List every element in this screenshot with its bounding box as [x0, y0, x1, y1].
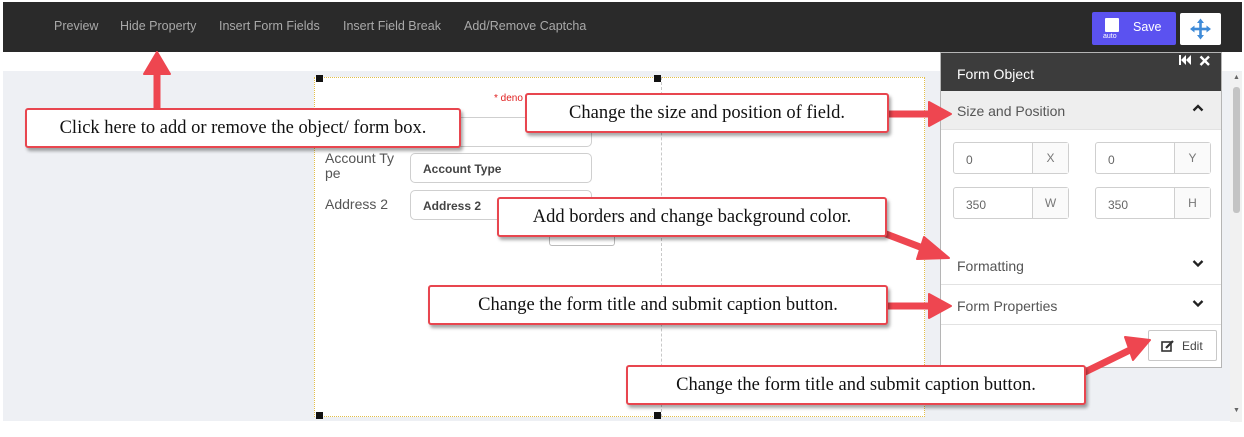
- form-properties-label: Form Properties: [957, 298, 1058, 314]
- save-button[interactable]: auto Save: [1092, 12, 1176, 45]
- panel-title: Form Object: [957, 66, 1035, 82]
- y-position-value: 0: [1108, 153, 1115, 167]
- add-remove-captcha-link[interactable]: Add/Remove Captcha: [464, 19, 586, 33]
- height-value: 350: [1108, 198, 1129, 212]
- section-size-position[interactable]: Size and Position: [941, 91, 1221, 130]
- x-unit-label: X: [1032, 143, 1068, 173]
- x-position-value: 0: [966, 153, 973, 167]
- close-panel-icon[interactable]: [1199, 55, 1211, 67]
- account-type-input[interactable]: Account Type: [410, 153, 592, 183]
- preview-link[interactable]: Preview: [54, 19, 98, 33]
- y-position-field[interactable]: 0 Y: [1095, 142, 1211, 174]
- edit-icon: [1161, 340, 1174, 352]
- address-2-placeholder: Address 2: [423, 199, 482, 213]
- edit-button-label: Edit: [1182, 339, 1203, 353]
- account-type-label-line1: Account Ty: [325, 150, 395, 166]
- formatting-label: Formatting: [957, 258, 1024, 274]
- top-toolbar: Preview Hide Property Insert Form Fields…: [3, 2, 1242, 52]
- callout-form-properties: Change the form title and submit caption…: [428, 285, 888, 325]
- panel-header: Form Object: [941, 53, 1221, 91]
- section-form-properties[interactable]: Form Properties: [941, 286, 1221, 325]
- move-arrows-icon: [1190, 18, 1211, 40]
- chevron-down-icon: [1192, 300, 1204, 308]
- width-unit-label: W: [1032, 188, 1068, 218]
- move-button[interactable]: [1180, 13, 1221, 45]
- resize-handle-bottom-right[interactable]: [654, 412, 661, 419]
- scrollbar-thumb[interactable]: [1233, 87, 1240, 213]
- required-fields-note: * deno: [494, 93, 523, 104]
- callout-edit-button: Change the form title and submit caption…: [626, 365, 1086, 405]
- height-field[interactable]: 350 H: [1095, 187, 1211, 219]
- size-position-label: Size and Position: [957, 103, 1066, 119]
- width-value: 350: [966, 198, 987, 212]
- chevron-up-icon: [1192, 104, 1204, 112]
- account-type-placeholder: Account Type: [423, 162, 502, 176]
- y-unit-label: Y: [1174, 143, 1210, 173]
- account-type-label: Account Ty pe: [325, 151, 394, 181]
- resize-handle-top-left[interactable]: [316, 75, 323, 82]
- callout-borders-background: Add borders and change background color.: [497, 197, 887, 237]
- height-unit-label: H: [1174, 188, 1210, 218]
- save-auto-label: auto: [1103, 33, 1117, 40]
- edit-form-properties-button[interactable]: Edit: [1148, 330, 1217, 361]
- callout-object-box: Click here to add or remove the object/ …: [25, 108, 461, 148]
- insert-field-break-link[interactable]: Insert Field Break: [343, 19, 441, 33]
- hide-property-link[interactable]: Hide Property: [120, 19, 196, 33]
- scroll-down-arrow[interactable]: ▼: [1233, 407, 1240, 414]
- resize-handle-bottom-left[interactable]: [316, 412, 323, 419]
- scroll-up-arrow[interactable]: ▲: [1233, 74, 1240, 81]
- resize-handle-top-right[interactable]: [654, 75, 661, 82]
- address-2-label: Address 2: [325, 196, 389, 212]
- save-button-label: Save: [1133, 20, 1162, 34]
- insert-form-fields-link[interactable]: Insert Form Fields: [219, 19, 320, 33]
- collapse-panel-icon[interactable]: [1179, 55, 1193, 67]
- x-position-field[interactable]: 0 X: [953, 142, 1069, 174]
- chevron-down-icon: [1192, 260, 1204, 268]
- save-icon: [1105, 18, 1119, 32]
- section-formatting[interactable]: Formatting: [941, 246, 1221, 285]
- account-type-label-line2: pe: [325, 165, 341, 181]
- width-field[interactable]: 350 W: [953, 187, 1069, 219]
- callout-size-position: Change the size and position of field.: [525, 93, 889, 133]
